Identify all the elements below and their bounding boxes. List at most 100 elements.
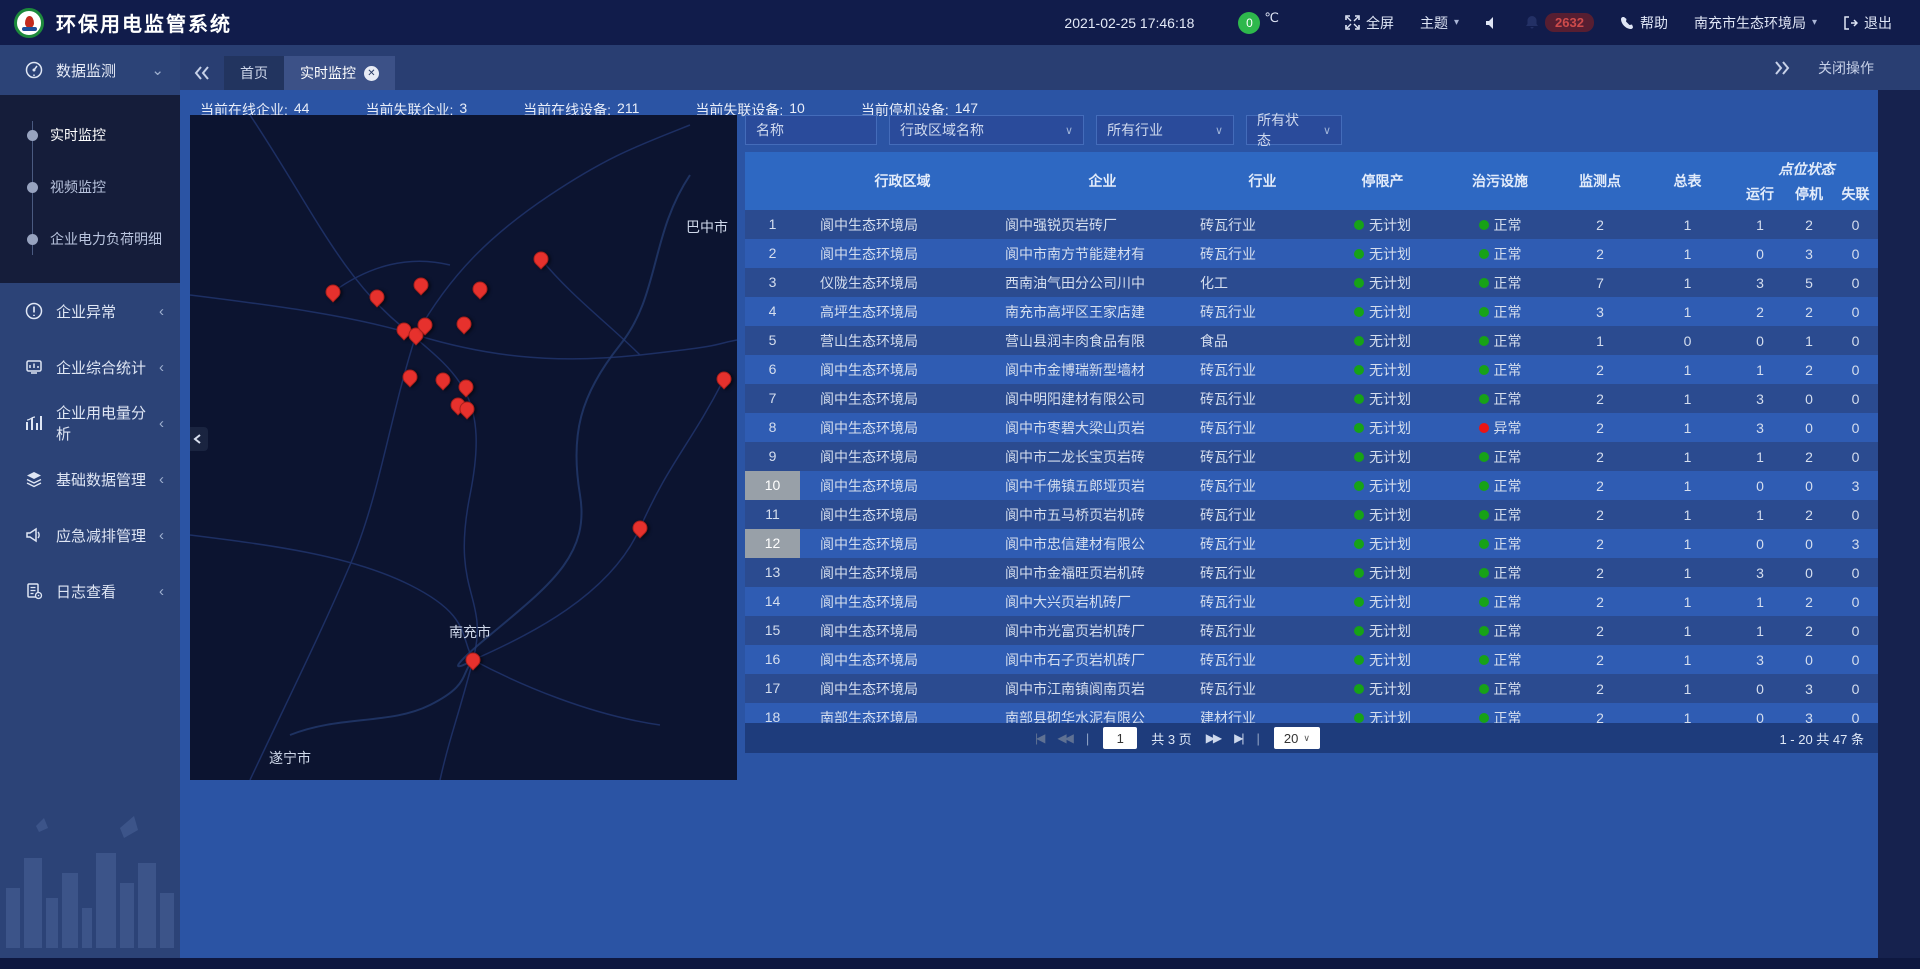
sidebar-item-3[interactable]: 基础数据管理‹ <box>0 451 180 507</box>
limit-status: 无计划 <box>1325 302 1440 322</box>
chevron-left-icon: ‹ <box>159 527 164 544</box>
first-page-button[interactable]: |◀ <box>1035 731 1043 745</box>
chevron-left-icon: ‹ <box>159 415 164 432</box>
tab-home[interactable]: 首页 <box>224 56 284 90</box>
double-chevron-left-icon <box>194 66 210 80</box>
limit-status: 无计划 <box>1325 592 1440 612</box>
speaker-icon <box>1485 16 1499 30</box>
status-dot-icon <box>1354 597 1364 607</box>
facility-status: 正常 <box>1440 360 1560 380</box>
table-row[interactable]: 12 阆中生态环境局 阆中市忠信建材有限公 砖瓦行业 无计划 正常 2 1 0 … <box>745 529 1878 558</box>
alert-circle-icon <box>24 302 44 320</box>
limit-status: 无计划 <box>1325 389 1440 409</box>
fullscreen-button[interactable]: 全屏 <box>1345 13 1394 33</box>
limit-status: 无计划 <box>1325 273 1440 293</box>
status-dot-icon <box>1354 249 1364 259</box>
table-row[interactable]: 17 阆中生态环境局 阆中市江南镇阆南页岩 砖瓦行业 无计划 正常 2 1 0 … <box>745 674 1878 703</box>
total-pages-label: 共 3 页 <box>1151 729 1191 748</box>
map-collapse-button[interactable] <box>190 427 208 451</box>
double-chevron-right-icon[interactable] <box>1774 61 1790 75</box>
right-margin-strip <box>1878 90 1920 958</box>
map-panel[interactable]: 巴中市南充市遂宁市 <box>190 115 737 780</box>
chevron-down-icon: ∨ <box>1323 124 1331 137</box>
close-icon[interactable]: ✕ <box>364 66 379 81</box>
col-header-industry: 行业 <box>1200 152 1325 210</box>
limit-status: 无计划 <box>1325 621 1440 641</box>
logout-button[interactable]: 退出 <box>1843 13 1892 33</box>
table-row[interactable]: 4 高坪生态环境局 南充市高坪区王家店建 砖瓦行业 无计划 正常 3 1 2 2… <box>745 297 1878 326</box>
limit-status: 无计划 <box>1325 418 1440 438</box>
facility-status: 正常 <box>1440 302 1560 322</box>
industry-select[interactable]: 所有行业 ∨ <box>1096 115 1234 145</box>
tab-realtime-monitor[interactable]: 实时监控 ✕ <box>284 56 395 90</box>
status-dot-icon <box>1479 452 1489 462</box>
sidebar-item-4[interactable]: 应急减排管理‹ <box>0 507 180 563</box>
page-size-select[interactable]: 20 ∨ <box>1274 727 1320 749</box>
limit-status: 无计划 <box>1325 244 1440 264</box>
status-dot-icon <box>1354 278 1364 288</box>
facility-status: 正常 <box>1440 592 1560 612</box>
table-row[interactable]: 2 阆中生态环境局 阆中市南方节能建材有 砖瓦行业 无计划 正常 2 1 0 3… <box>745 239 1878 268</box>
table-row[interactable]: 5 营山生态环境局 营山县润丰肉食品有限 食品 无计划 正常 1 0 0 1 0 <box>745 326 1878 355</box>
sidebar-subitem[interactable]: 企业电力负荷明细 <box>0 213 180 265</box>
region-select[interactable]: 行政区域名称 ∨ <box>889 115 1084 145</box>
next-page-button[interactable]: ▶▶ <box>1206 731 1220 745</box>
prev-page-button[interactable]: ◀◀ <box>1057 731 1071 745</box>
table-row[interactable]: 6 阆中生态环境局 阆中市金博瑞新型墙材 砖瓦行业 无计划 正常 2 1 1 2… <box>745 355 1878 384</box>
table-row[interactable]: 1 阆中生态环境局 阆中强锐页岩砖厂 砖瓦行业 无计划 正常 2 1 1 2 0 <box>745 210 1878 239</box>
status-dot-icon <box>1354 713 1364 723</box>
status-dot-icon <box>1354 568 1364 578</box>
facility-status: 正常 <box>1440 215 1560 235</box>
mute-button[interactable] <box>1485 16 1499 30</box>
table-row[interactable]: 9 阆中生态环境局 阆中市二龙长宝页岩砖 砖瓦行业 无计划 正常 2 1 1 2… <box>745 442 1878 471</box>
brand: 环保用电监管系统 <box>0 8 232 38</box>
sidebar-item-data-monitor[interactable]: 数据监测 ⌄ <box>0 45 180 95</box>
facility-status: 正常 <box>1440 331 1560 351</box>
col-header-meter: 总表 <box>1640 152 1735 210</box>
tabs-scroll-left-button[interactable] <box>180 56 224 90</box>
org-dropdown[interactable]: 南充市生态环境局 ▾ <box>1694 13 1817 33</box>
sidebar-item-0[interactable]: 企业异常‹ <box>0 283 180 339</box>
status-dot-icon <box>1354 423 1364 433</box>
layers-icon <box>24 470 44 488</box>
table-row[interactable]: 3 仪陇生态环境局 西南油气田分公司川中 化工 无计划 正常 7 1 3 5 0 <box>745 268 1878 297</box>
limit-status: 无计划 <box>1325 447 1440 467</box>
sidebar-subitem[interactable]: 视频监控 <box>0 161 180 213</box>
sidebar-item-2[interactable]: 企业用电量分析‹ <box>0 395 180 451</box>
help-button[interactable]: 帮助 <box>1620 13 1668 33</box>
chevron-left-icon: ‹ <box>159 583 164 600</box>
sidebar-subitem[interactable]: 实时监控 <box>0 109 180 161</box>
city-label: 遂宁市 <box>269 748 311 768</box>
status-dot-icon <box>1479 684 1489 694</box>
status-dot-icon <box>1354 684 1364 694</box>
theme-dropdown[interactable]: 主题 ▾ <box>1420 13 1459 33</box>
status-select[interactable]: 所有状态 ∨ <box>1246 115 1342 145</box>
sidebar-item-5[interactable]: 日志查看‹ <box>0 563 180 619</box>
close-operations-button[interactable]: 关闭操作 <box>1818 58 1874 78</box>
facility-status: 异常 <box>1440 418 1560 438</box>
notifications[interactable]: 2632 <box>1525 13 1594 32</box>
table-row[interactable]: 8 阆中生态环境局 阆中市枣碧大梁山页岩 砖瓦行业 无计划 异常 2 1 3 0… <box>745 413 1878 442</box>
app-logo-icon <box>14 8 44 38</box>
page-number-input[interactable] <box>1103 727 1137 749</box>
sidebar-item-1[interactable]: 企业综合统计‹ <box>0 339 180 395</box>
facility-status: 正常 <box>1440 650 1560 670</box>
table-row[interactable]: 10 阆中生态环境局 阆中千佛镇五郎垭页岩 砖瓦行业 无计划 正常 2 1 0 … <box>745 471 1878 500</box>
col-header-facility: 治污设施 <box>1440 152 1560 210</box>
record-range-label: 1 - 20 共 47 条 <box>1779 729 1864 748</box>
last-page-button[interactable]: ▶| <box>1234 731 1242 745</box>
table-row[interactable]: 15 阆中生态环境局 阆中市光富页岩机砖厂 砖瓦行业 无计划 正常 2 1 1 … <box>745 616 1878 645</box>
name-search-input[interactable]: 名称 <box>745 115 877 145</box>
status-dot-icon <box>1479 568 1489 578</box>
table-row[interactable]: 7 阆中生态环境局 阆中明阳建材有限公司 砖瓦行业 无计划 正常 2 1 3 0… <box>745 384 1878 413</box>
city-skyline-watermark <box>0 798 180 948</box>
table-row[interactable]: 13 阆中生态环境局 阆中市金福旺页岩机砖 砖瓦行业 无计划 正常 2 1 3 … <box>745 558 1878 587</box>
col-header-stop: 停机 <box>1785 178 1833 210</box>
table-row[interactable]: 11 阆中生态环境局 阆中市五马桥页岩机砖 砖瓦行业 无计划 正常 2 1 1 … <box>745 500 1878 529</box>
table-row[interactable]: 16 阆中生态环境局 阆中市石子页岩机砖厂 砖瓦行业 无计划 正常 2 1 3 … <box>745 645 1878 674</box>
table-header: 行政区域 企业 行业 停限产 治污设施 监测点 总表 点位状态 运行 停机 失联 <box>745 152 1878 210</box>
fullscreen-icon <box>1345 15 1360 30</box>
facility-status: 正常 <box>1440 505 1560 525</box>
table-row[interactable]: 14 阆中生态环境局 阆中大兴页岩机砖厂 砖瓦行业 无计划 正常 2 1 1 2… <box>745 587 1878 616</box>
gauge-icon <box>24 61 44 79</box>
